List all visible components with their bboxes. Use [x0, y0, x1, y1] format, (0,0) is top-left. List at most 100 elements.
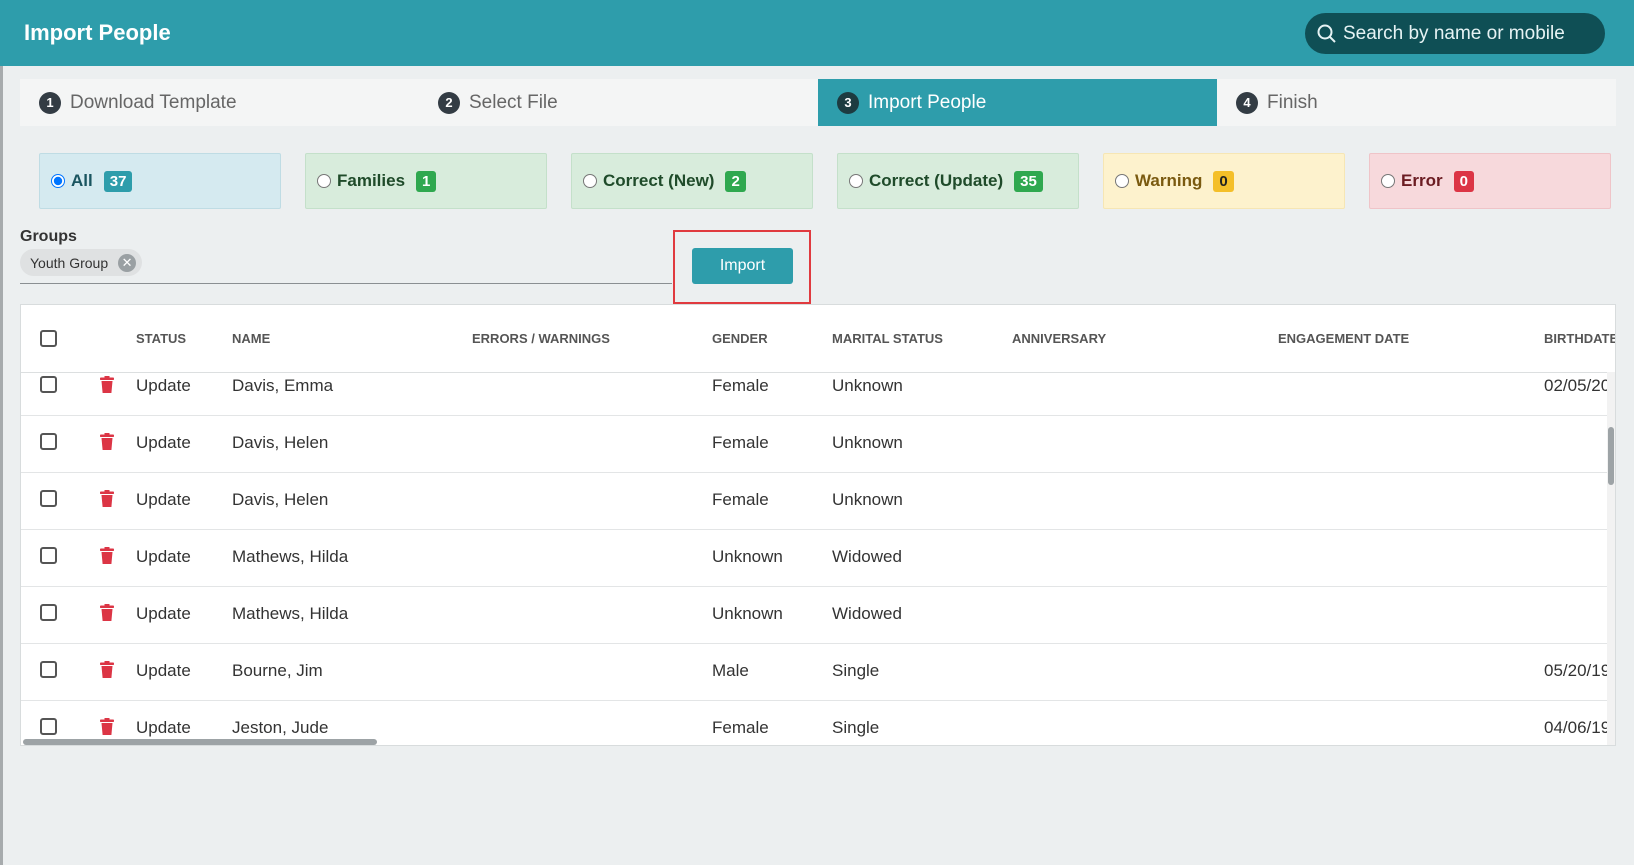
- table-row[interactable]: Update Davis, Helen Female Unknown: [21, 415, 1615, 473]
- horizontal-scroll-thumb[interactable]: [23, 739, 377, 745]
- step-finish[interactable]: 4 Finish: [1217, 79, 1616, 126]
- col-name[interactable]: NAME: [232, 331, 270, 346]
- table-row[interactable]: Update Davis, Helen Female Unknown: [21, 472, 1615, 530]
- cell-status: Update: [136, 718, 191, 737]
- row-checkbox[interactable]: [40, 376, 57, 393]
- filter-families-radio[interactable]: [317, 174, 331, 188]
- filter-correct-update[interactable]: Correct (Update) 35: [837, 153, 1079, 209]
- row-checkbox[interactable]: [40, 490, 57, 507]
- filter-label: Correct (New): [603, 171, 715, 190]
- vertical-scroll-thumb[interactable]: [1608, 427, 1614, 485]
- filter-all[interactable]: All 37: [39, 153, 281, 209]
- filter-correct-new-radio[interactable]: [583, 174, 597, 188]
- cell-name: Mathews, Hilda: [232, 604, 349, 623]
- cell-name: Mathews, Hilda: [232, 547, 349, 566]
- cell-gender: Female: [712, 376, 769, 395]
- step-label: Finish: [1267, 91, 1318, 113]
- cell-status: Update: [136, 547, 191, 566]
- step-number: 3: [837, 91, 859, 114]
- step-download-template[interactable]: 1 Download Template: [20, 79, 419, 126]
- cell-birthdate: 04/06/19: [1544, 718, 1611, 737]
- count-badge: 0: [1453, 170, 1474, 192]
- cell-status: Update: [136, 661, 191, 680]
- cell-marital: Single: [832, 718, 880, 737]
- filter-error[interactable]: Error 0: [1369, 153, 1611, 209]
- cell-status: Update: [136, 376, 191, 395]
- group-chip-label: Youth Group: [30, 254, 109, 271]
- cell-marital: Unknown: [832, 376, 903, 395]
- col-gender[interactable]: GENDER: [712, 331, 768, 346]
- select-all-checkbox[interactable]: [40, 330, 57, 347]
- remove-chip-icon[interactable]: ✕: [118, 253, 137, 272]
- row-checkbox[interactable]: [40, 661, 57, 678]
- row-checkbox[interactable]: [40, 604, 57, 621]
- col-birthdate[interactable]: BIRTHDATE: [1544, 331, 1615, 346]
- row-checkbox[interactable]: [40, 433, 57, 450]
- row-checkbox[interactable]: [40, 547, 57, 564]
- vertical-scrollbar[interactable]: [1607, 372, 1615, 745]
- table-row[interactable]: Update Davis, Emma Female Unknown 02/05/20: [21, 358, 1615, 416]
- filter-families[interactable]: Families 1: [305, 153, 547, 209]
- trash-icon[interactable]: [100, 661, 114, 678]
- filter-warning-radio[interactable]: [1115, 174, 1129, 188]
- trash-icon[interactable]: [100, 433, 114, 450]
- count-badge: 1: [416, 170, 437, 192]
- table-row[interactable]: Update Bourne, Jim Male Single 05/20/19: [21, 643, 1615, 701]
- step-number: 2: [438, 91, 460, 114]
- trash-icon[interactable]: [100, 547, 114, 564]
- filter-label: Warning: [1135, 171, 1203, 190]
- groups-field-underline: [20, 283, 672, 284]
- trash-icon[interactable]: [100, 376, 114, 393]
- filter-bar: All 37 Families 1 Correct (New) 2 Correc…: [39, 153, 1611, 209]
- trash-icon[interactable]: [100, 718, 114, 735]
- cell-marital: Unknown: [832, 490, 903, 509]
- step-select-file[interactable]: 2 Select File: [419, 79, 818, 126]
- cell-marital: Widowed: [832, 604, 902, 623]
- search-input[interactable]: Search by name or mobile: [1305, 13, 1605, 54]
- cell-status: Update: [136, 433, 191, 452]
- cell-status: Update: [136, 490, 191, 509]
- filter-label: All: [71, 171, 93, 190]
- people-table: STATUS NAME ERRORS / WARNINGS GENDER MAR…: [20, 304, 1616, 746]
- count-badge: 2: [725, 170, 746, 192]
- filter-label: Families: [337, 171, 406, 190]
- count-badge: 0: [1213, 170, 1234, 192]
- cell-birthdate: 02/05/20: [1544, 376, 1611, 395]
- step-label: Select File: [469, 91, 558, 113]
- step-import-people[interactable]: 3 Import People: [818, 79, 1217, 126]
- horizontal-scrollbar[interactable]: [21, 739, 1615, 745]
- step-number: 1: [39, 91, 61, 114]
- cell-gender: Female: [712, 433, 769, 452]
- groups-label: Groups: [20, 228, 77, 245]
- col-status[interactable]: STATUS: [136, 331, 186, 346]
- filter-correct-new[interactable]: Correct (New) 2: [571, 153, 813, 209]
- filter-correct-update-radio[interactable]: [849, 174, 863, 188]
- cell-marital: Single: [832, 661, 880, 680]
- row-checkbox[interactable]: [40, 718, 57, 735]
- page-title: Import People: [24, 20, 171, 45]
- trash-icon[interactable]: [100, 490, 114, 507]
- table-row[interactable]: Update Mathews, Hilda Unknown Widowed: [21, 529, 1615, 587]
- filter-label: Correct (Update): [869, 171, 1004, 190]
- group-chip: Youth Group ✕: [20, 249, 143, 276]
- table-row[interactable]: Update Mathews, Hilda Unknown Widowed: [21, 586, 1615, 644]
- cell-name: Davis, Emma: [232, 376, 334, 395]
- step-number: 4: [1236, 91, 1258, 114]
- step-label: Import People: [868, 91, 987, 113]
- cell-gender: Male: [712, 661, 749, 680]
- col-marital-status[interactable]: MARITAL STATUS: [832, 331, 943, 346]
- count-badge: 37: [103, 170, 133, 192]
- cell-name: Davis, Helen: [232, 490, 329, 509]
- search-placeholder: Search by name or mobile: [1343, 22, 1565, 44]
- cell-name: Jeston, Jude: [232, 718, 329, 737]
- col-anniversary[interactable]: ANNIVERSARY: [1012, 331, 1106, 346]
- filter-warning[interactable]: Warning 0: [1103, 153, 1345, 209]
- app-header: Import People Search by name or mobile: [0, 0, 1634, 66]
- col-errors-warnings[interactable]: ERRORS / WARNINGS: [472, 331, 610, 346]
- col-engagement-date[interactable]: ENGAGEMENT DATE: [1278, 331, 1409, 346]
- import-button[interactable]: Import: [692, 248, 793, 284]
- trash-icon[interactable]: [100, 604, 114, 621]
- filter-all-radio[interactable]: [51, 174, 65, 188]
- cell-status: Update: [136, 604, 191, 623]
- filter-error-radio[interactable]: [1381, 174, 1395, 188]
